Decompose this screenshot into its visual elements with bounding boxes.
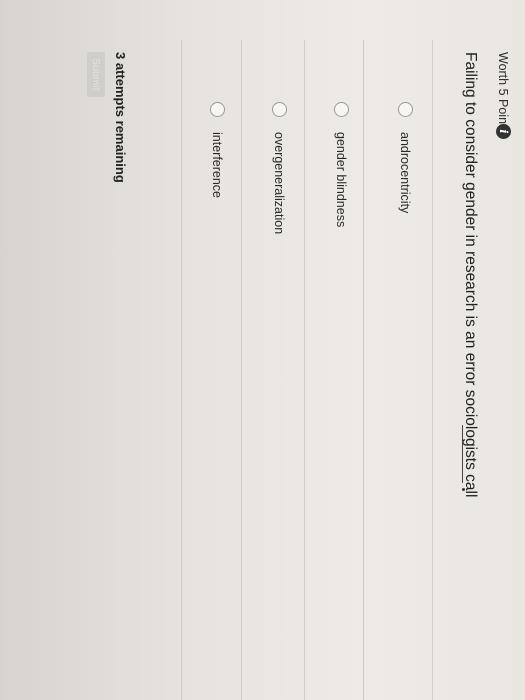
divider [181,40,182,700]
question-period [462,488,465,491]
option-label: gender blindness [334,132,348,228]
divider [432,40,433,700]
radio-button[interactable] [398,102,413,117]
option-row-interference[interactable]: interference [205,102,225,502]
submit-button[interactable]: Submit [87,52,105,97]
radio-button[interactable] [210,102,225,117]
attempts-remaining: 3 attempts remaining [113,52,128,183]
question-text: Failing to consider gender in research i… [462,52,479,498]
option-label: interference [210,132,224,199]
divider [241,40,242,700]
option-row-overgeneralization[interactable]: overgeneralization [267,102,287,502]
radio-button[interactable] [272,102,287,117]
divider [363,40,364,700]
option-label: overgeneralization [272,132,286,235]
option-row-gender-blindness[interactable]: gender blindness [329,102,349,502]
answer-blank [462,425,463,483]
option-label: androcentricity [398,132,412,214]
quiz-panel: Worth 5 Points i Failing to consider gen… [0,0,525,700]
divider [304,40,305,700]
info-icon[interactable]: i [496,124,511,139]
points-label: Worth 5 Points [496,52,510,134]
option-row-androcentricity[interactable]: androcentricity [393,102,413,502]
radio-button[interactable] [334,102,349,117]
